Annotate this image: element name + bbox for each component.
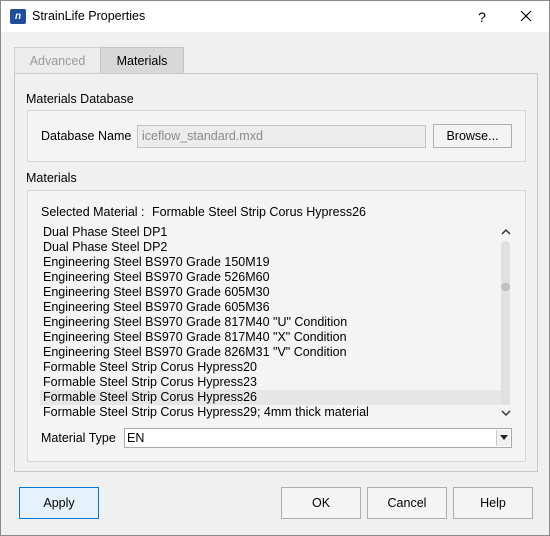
database-group: Database Name iceflow_standard.mxd Brows… <box>27 110 526 162</box>
material-list-item[interactable]: Engineering Steel BS970 Grade 526M60 <box>40 270 510 285</box>
database-name-field[interactable]: iceflow_standard.mxd <box>137 125 426 148</box>
tab-advanced[interactable]: Advanced <box>14 47 101 73</box>
close-icon <box>520 10 532 22</box>
materials-heading: Materials <box>26 171 77 185</box>
app-logo-icon: n <box>10 9 26 24</box>
scroll-up-icon[interactable] <box>500 226 512 238</box>
material-list-item[interactable]: Engineering Steel BS970 Grade 150M19 <box>40 255 510 270</box>
material-list-item[interactable]: Formable Steel Strip Corus Hypress20 <box>40 360 510 375</box>
material-list-item[interactable]: Formable Steel Strip Corus Hypress29; 4m… <box>40 405 510 420</box>
window-title: StrainLife Properties <box>32 9 146 23</box>
dialog-window: n StrainLife Properties ? Advanced Mater… <box>0 0 550 536</box>
close-button[interactable] <box>513 6 539 28</box>
selected-material-line: Selected Material : Formable Steel Strip… <box>41 205 366 219</box>
tab-materials[interactable]: Materials <box>100 47 184 73</box>
material-list-item[interactable]: Formable Steel Strip Corus Hypress23 <box>40 375 510 390</box>
material-list-item[interactable]: Engineering Steel BS970 Grade 605M30 <box>40 285 510 300</box>
material-list-item[interactable]: Formable Steel Strip Corus Hypress26 <box>40 390 510 405</box>
materials-tab-panel: Materials Database Database Name iceflow… <box>14 73 538 472</box>
material-list-item[interactable]: Engineering Steel BS970 Grade 817M40 "X"… <box>40 330 510 345</box>
dropdown-arrow[interactable] <box>496 430 510 446</box>
title-help-button[interactable]: ? <box>470 7 494 27</box>
selected-material-value: Formable Steel Strip Corus Hypress26 <box>152 205 366 219</box>
selected-material-label: Selected Material : <box>41 205 145 219</box>
scroll-down-icon[interactable] <box>500 407 512 419</box>
material-list-item[interactable]: Dual Phase Steel DP1 <box>40 225 510 240</box>
browse-button[interactable]: Browse... <box>433 124 512 148</box>
scrollbar-track[interactable] <box>501 241 510 405</box>
apply-button[interactable]: Apply <box>19 487 99 519</box>
cancel-button[interactable]: Cancel <box>367 487 447 519</box>
database-name-label: Database Name <box>41 129 132 143</box>
ok-button[interactable]: OK <box>281 487 361 519</box>
materials-list[interactable]: Dual Phase Steel DP1 Dual Phase Steel DP2… <box>40 225 510 421</box>
materials-database-heading: Materials Database <box>26 92 134 106</box>
chevron-down-icon <box>500 435 508 440</box>
material-list-item[interactable]: Dual Phase Steel DP2 <box>40 240 510 255</box>
title-bar: n StrainLife Properties ? <box>1 1 549 32</box>
materials-group: Selected Material : Formable Steel Strip… <box>27 190 526 462</box>
material-list-item[interactable]: Engineering Steel BS970 Grade 826M31 "V"… <box>40 345 510 360</box>
material-type-label: Material Type <box>41 431 116 445</box>
material-list-item[interactable]: Engineering Steel BS970 Grade 605M36 <box>40 300 510 315</box>
material-list-item[interactable]: Engineering Steel BS970 Grade 817M40 "U"… <box>40 315 510 330</box>
scrollbar-thumb[interactable] <box>501 283 510 291</box>
help-button[interactable]: Help <box>453 487 533 519</box>
material-type-value: EN <box>127 431 145 445</box>
material-type-select[interactable]: EN <box>124 428 512 448</box>
